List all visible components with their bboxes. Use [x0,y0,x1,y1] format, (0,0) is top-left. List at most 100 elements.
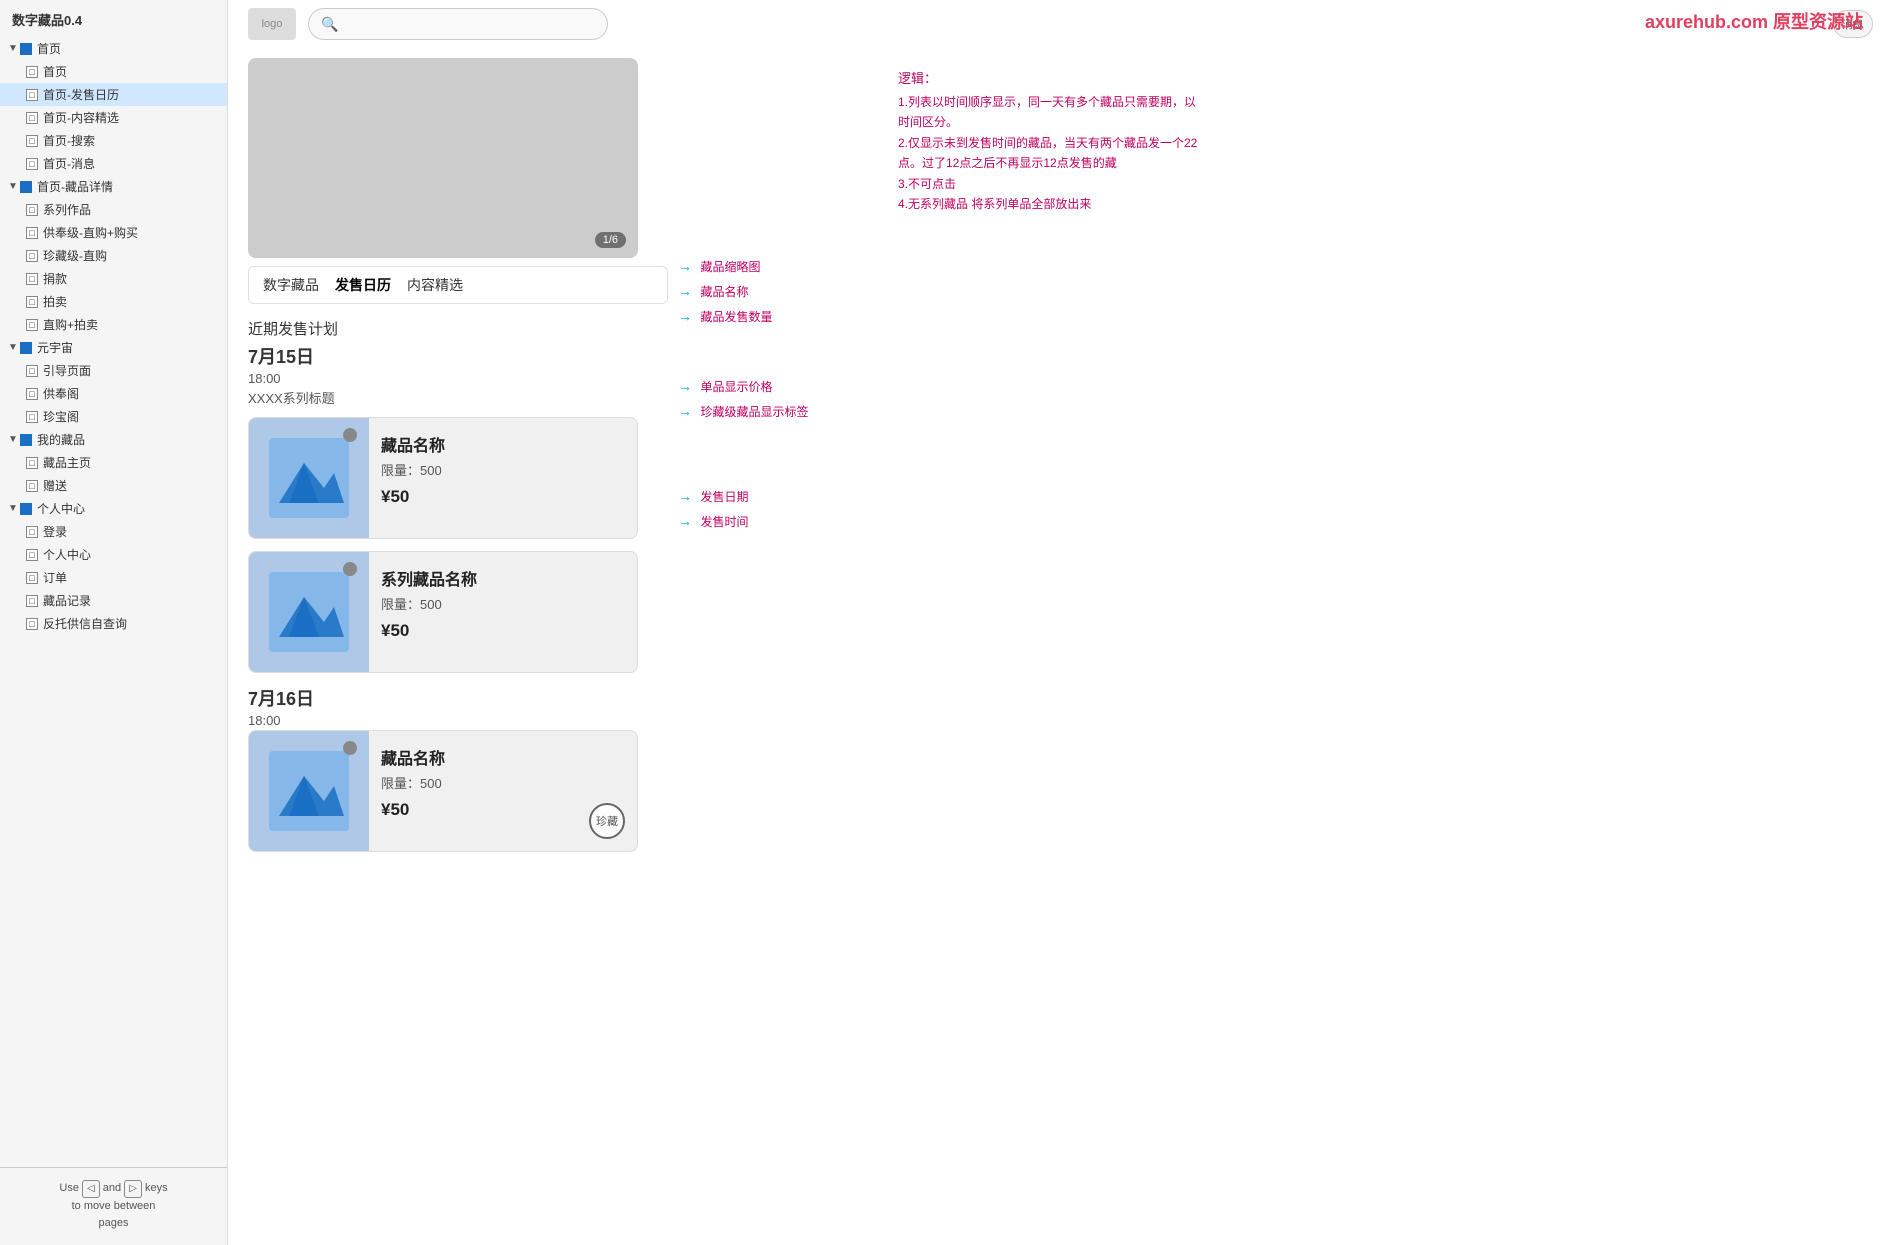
tree-label-12: 直购+拍卖 [43,316,98,333]
group-icon-17 [20,434,32,446]
tree-label-9: 珍藏级-直购 [43,247,107,264]
tree-label-7: 系列作品 [43,201,91,218]
product-name-2: 系列藏品名称 [381,566,625,590]
page-icon-5: □ [26,158,38,170]
arrow-badge: → [678,403,692,419]
sidebar-item-23[interactable]: □订单 [0,566,227,589]
sidebar-item-9[interactable]: □ 珍藏级-直购 [0,244,227,267]
mountain-icon-2 [269,572,349,652]
sidebar-item-10[interactable]: □捐款 [0,267,227,290]
annot-price: → 单品显示价格 [678,378,772,396]
page-icon-18: □ [26,457,38,469]
thumb-dot-2 [343,562,357,576]
sidebar-item-1[interactable]: □ 首页 [0,60,227,83]
tree-label-1: 首页 [43,63,67,80]
annot-price-text: 单品显示价格 [700,380,772,394]
tree-label-13: 元宇宙 [37,339,73,356]
page-icon-2: □ [26,89,38,101]
left-panel: 1/6 数字藏品 发售日历 内容精选 近期发售计划 7月15日 18:00 XX… [248,58,668,1235]
search-bar[interactable]: 🔍 [308,8,608,40]
tab-content[interactable]: 内容精选 [407,275,463,295]
sidebar-item-4[interactable]: □ 首页-搜索 [0,129,227,152]
annot-quantity: → 藏品发售数量 [678,308,772,326]
annot-name-text: 藏品名称 [700,285,748,299]
product-limit-1: 限量：500 [381,460,625,479]
sidebar-item-2[interactable]: □ 首页-发售日历 [0,83,227,106]
tree-label-15: 供奉阁 [43,385,79,402]
annotation-panel: 逻辑： 1.列表以时间顺序显示，同一天有多个藏品只需要期，以时间区分。 2.仅显… [708,58,1208,1235]
tree-label-10: 捐款 [43,270,67,287]
footer-text: Use ◁ and ▷ keysto move betweenpages [59,1182,167,1230]
product-name-1: 藏品名称 [381,432,625,456]
product-card-1: 藏品名称 限量：500 ¥50 [248,417,638,539]
tree-label-0: 首页 [37,40,61,57]
logic-item-3: 3.不可点击 [898,174,1198,194]
sidebar-item-22[interactable]: □个人中心 [0,543,227,566]
product-limit-2: 限量：500 [381,594,625,613]
tree-arrow-20: ▼ [8,503,18,514]
annot-thumb-text: 藏品缩略图 [700,260,760,274]
tree-label-4: 首页-搜索 [43,132,95,149]
sidebar-item-17[interactable]: ▼我的藏品 [0,428,227,451]
sidebar-item-0[interactable]: ▼ 首页 [0,37,227,60]
logic-title: 逻辑： [898,68,1198,90]
sidebar-item-11[interactable]: □ 拍卖 [0,290,227,313]
tab-digital[interactable]: 数字藏品 [263,275,319,295]
logic-item-4: 4.无系列藏品 将系列单品全部放出来 [898,194,1198,214]
mountain-icon-3 [269,751,349,831]
sidebar-item-5[interactable]: □首页-消息 [0,152,227,175]
search-input[interactable] [338,17,595,32]
sale-section: 近期发售计划 7月15日 18:00 XXXX系列标题 [248,318,668,874]
tree-label-25: 反托供信自查询 [43,615,127,632]
sidebar-item-18[interactable]: □藏品主页 [0,451,227,474]
sidebar-item-25[interactable]: □ 反托供信自查询 [0,612,227,635]
date-title-1: 7月15日 [248,343,668,369]
tree-arrow-0: ▼ [8,43,18,54]
sidebar-item-19[interactable]: □赠送 [0,474,227,497]
sidebar-item-8[interactable]: □供奉级-直购+购买 [0,221,227,244]
arrow-name: → [678,283,692,299]
page-icon-4: □ [26,135,38,147]
logic-item-1: 1.列表以时间顺序显示，同一天有多个藏品只需要期，以时间区分。 [898,92,1198,133]
right-key-icon: ▷ [124,1180,142,1198]
product-thumb-3 [249,731,369,851]
tab-sale-calendar[interactable]: 发售日历 [335,275,391,295]
series-label-1: XXXX系列标题 [248,388,668,407]
tree-label-16: 珍宝阁 [43,408,79,425]
tree-arrow-6: ▼ [8,181,18,192]
badge-zhen: 珍藏 [589,803,625,839]
logic-item-2: 2.仅显示未到发售时间的藏品，当天有两个藏品发一个22点。过了12点之后不再显示… [898,133,1198,174]
logic-box: 逻辑： 1.列表以时间顺序显示，同一天有多个藏品只需要期，以时间区分。 2.仅显… [898,68,1198,214]
page-icon-9: □ [26,250,38,262]
page-icon-11: □ [26,296,38,308]
banner-slider[interactable]: 1/6 [248,58,638,258]
sidebar-item-20[interactable]: ▼个人中心 [0,497,227,520]
group-icon-20 [20,503,32,515]
sidebar-item-7[interactable]: □系列作品 [0,198,227,221]
arrow-date: → [678,488,692,504]
page-icon-15: □ [26,388,38,400]
page-icon-12: □ [26,319,38,331]
annot-quantity-text: 藏品发售数量 [700,310,772,324]
sidebar-item-24[interactable]: □藏品记录 [0,589,227,612]
page-icon-25: □ [26,618,38,630]
sidebar-item-13[interactable]: ▼元宇宙 [0,336,227,359]
sidebar-item-14[interactable]: □引导页面 [0,359,227,382]
tab-bar: 数字藏品 发售日历 内容精选 [248,266,668,304]
annot-badge: → 珍藏级藏品显示标签 [678,403,808,421]
group-icon-13 [20,342,32,354]
sidebar-item-6[interactable]: ▼首页-藏品详情 [0,175,227,198]
sidebar-item-16[interactable]: □珍宝阁 [0,405,227,428]
product-thumb-2 [249,552,369,672]
sidebar-item-3[interactable]: □首页-内容精选 [0,106,227,129]
sidebar-item-21[interactable]: □登录 [0,520,227,543]
sidebar-item-12[interactable]: □ 直购+拍卖 [0,313,227,336]
time-label-2: 18:00 [248,713,668,728]
product-info-1: 藏品名称 限量：500 ¥50 [369,418,637,538]
sidebar-item-15[interactable]: □ 供奉阁 [0,382,227,405]
tree-label-2: 首页-发售日历 [43,86,119,103]
topbar: logo 🔍 消息 axurehub.com 原型资源站 [228,0,1893,48]
page-icon-1: □ [26,66,38,78]
tree-label-11: 拍卖 [43,293,67,310]
tree-label-8: 供奉级-直购+购买 [43,224,138,241]
